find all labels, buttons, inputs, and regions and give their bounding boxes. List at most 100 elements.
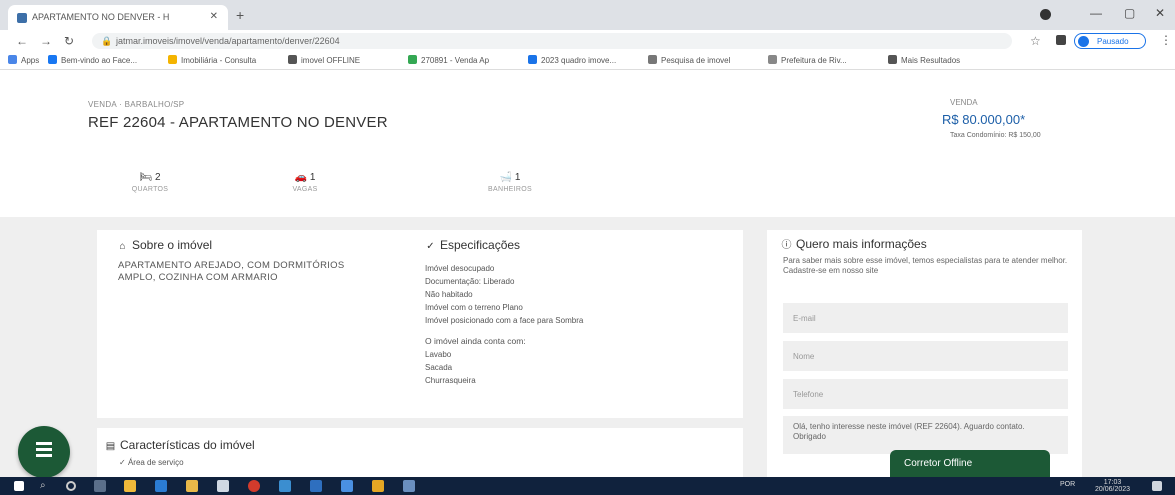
about-title: ⌂ Sobre o imóvel: [117, 238, 212, 252]
property-header: VENDA · BARBALHO/SP REF 22604 - APARTAME…: [0, 70, 1175, 217]
chat-widget[interactable]: Corretor Offline: [890, 450, 1050, 477]
taskbar: ⌕ POR 17:03 20/06/2023: [0, 477, 1175, 495]
profile-button[interactable]: Pausado: [1074, 33, 1146, 49]
reload-icon[interactable]: ↻: [64, 34, 74, 48]
breadcrumb: VENDA · BARBALHO/SP: [88, 100, 185, 109]
characteristics-title: ▤ Características do imóvel: [105, 438, 255, 452]
new-tab-icon[interactable]: +: [236, 7, 244, 23]
forward-icon[interactable]: →: [40, 34, 52, 48]
search-icon[interactable]: ⌕: [40, 480, 52, 492]
back-icon[interactable]: ←: [16, 34, 28, 48]
bath-icon: 🛁: [499, 172, 513, 183]
bookmark-icon: [648, 55, 657, 64]
contact-subtitle: Para saber mais sobre esse imóvel, temos…: [783, 256, 1068, 275]
bookmark-item[interactable]: Apps: [8, 55, 39, 65]
file-explorer-icon[interactable]: [186, 480, 198, 492]
windows-start-icon[interactable]: [14, 481, 24, 491]
spec-line: Não habitado: [425, 290, 473, 299]
extras-title: O imóvel ainda conta com:: [425, 336, 526, 346]
hamburger-icon: [36, 442, 52, 445]
bookmark-item[interactable]: Prefeitura de Riv...: [768, 55, 847, 65]
about-card: ⌂ Sobre o imóvel APARTAMENTO AREJADO, COM…: [97, 230, 743, 418]
price-label: VENDA: [950, 98, 978, 107]
spec-line: Imóvel com o terreno Plano: [425, 303, 523, 312]
url-field[interactable]: 🔒 jatmar.imoveis/imovel/venda/apartament…: [92, 33, 1012, 49]
edge-icon[interactable]: [155, 480, 167, 492]
home-icon: ⌂: [119, 241, 126, 252]
spec-line: Imóvel posicionado com a face para Sombr…: [425, 316, 584, 325]
characteristics-card: ▤ Características do imóvel ✓ Área de ser…: [97, 428, 743, 477]
media-icon[interactable]: [1040, 9, 1051, 20]
price-value: R$ 80.000,00*: [942, 112, 1026, 127]
bookmark-item[interactable]: Mais Resultados: [888, 55, 960, 65]
notifications-icon[interactable]: [1152, 481, 1162, 491]
bookmark-icon: [8, 55, 17, 64]
bookmark-icon: [888, 55, 897, 64]
name-field[interactable]: Nome: [783, 341, 1068, 371]
bookmark-icon: [168, 55, 177, 64]
app-icon[interactable]: [310, 480, 322, 492]
app-icon[interactable]: [248, 480, 260, 492]
condo-fee: Taxa Condomínio: R$ 150,00: [950, 132, 1041, 139]
bookmark-item[interactable]: Imobiliária - Consulta: [168, 55, 256, 65]
extra-item: Sacada: [425, 363, 453, 372]
app-icon[interactable]: [372, 480, 384, 492]
spec-line: Imóvel desocupado: [425, 264, 495, 273]
tab-bar: APARTAMENTO NO DENVER - H ✕ + — ▢ ✕: [0, 0, 1175, 30]
characteristic-item: ✓ Área de serviço: [119, 458, 184, 467]
contact-card: ⓘ Quero mais informações Para saber mais …: [767, 230, 1082, 477]
feature-bedrooms: 🛏 2 QUARTOS: [131, 172, 169, 193]
chrome-icon[interactable]: [124, 480, 136, 492]
bookmarks-bar: Apps Bem-vindo ao Face... Imobiliária - Co…: [0, 52, 1175, 70]
bookmark-item[interactable]: Pesquisa de imovel: [648, 55, 730, 65]
mail-icon[interactable]: [279, 480, 291, 492]
extensions-icon[interactable]: [1056, 35, 1066, 45]
specs-title: ✓ Especificações: [426, 238, 521, 252]
close-window-icon[interactable]: ✕: [1155, 6, 1165, 20]
bookmark-icon: [768, 55, 777, 64]
page-content: VENDA · BARBALHO/SP REF 22604 - APARTAME…: [0, 70, 1175, 477]
bookmark-star-icon[interactable]: ☆: [1030, 34, 1041, 48]
list-icon: ▤: [105, 441, 116, 452]
extra-item: Churrasqueira: [425, 376, 476, 385]
tab-title: APARTAMENTO NO DENVER - H: [32, 12, 170, 22]
minimize-icon[interactable]: —: [1090, 6, 1102, 20]
maximize-icon[interactable]: ▢: [1124, 6, 1135, 20]
spec-line: Documentação: Liberado: [425, 277, 515, 286]
bookmark-icon: [288, 55, 297, 64]
menu-icon[interactable]: ⋮: [1160, 33, 1172, 47]
bookmark-item[interactable]: Bem-vindo ao Face...: [48, 55, 137, 65]
profile-label: Pausado: [1097, 37, 1129, 46]
language-indicator[interactable]: POR: [1060, 481, 1075, 488]
message-field[interactable]: Olá, tenho interesse neste imóvel (REF 2…: [783, 416, 1068, 454]
address-toolbar: ← → ↻ 🔒 jatmar.imoveis/imovel/venda/apar…: [0, 30, 1175, 52]
clock[interactable]: 17:03 20/06/2023: [1095, 479, 1130, 493]
bed-icon: 🛏: [139, 172, 153, 183]
app-icon[interactable]: [341, 480, 353, 492]
taskview-icon[interactable]: [94, 480, 106, 492]
bookmark-icon: [408, 55, 417, 64]
app-icon[interactable]: [403, 480, 415, 492]
check-icon: ✓: [426, 241, 435, 252]
contact-title: ⓘ Quero mais informações: [781, 237, 927, 251]
extra-item: Lavabo: [425, 350, 452, 359]
email-field[interactable]: E-mail: [783, 303, 1068, 333]
favicon-icon: [17, 13, 27, 23]
feature-bathrooms: 🛁 1 BANHEIROS: [488, 172, 532, 193]
page-title: REF 22604 - APARTAMENTO NO DENVER: [88, 114, 388, 131]
lock-icon: 🔒: [101, 36, 113, 46]
bookmark-item[interactable]: 270891 - Venda Ap: [408, 55, 489, 65]
browser-tab[interactable]: APARTAMENTO NO DENVER - H ✕: [8, 5, 228, 30]
menu-fab-button[interactable]: [18, 426, 70, 477]
about-text: APARTAMENTO AREJADO, COM DORMITÓRIOS AMP…: [118, 260, 345, 283]
close-tab-icon[interactable]: ✕: [210, 11, 218, 22]
bookmark-item[interactable]: imovel OFFLINE: [288, 55, 360, 65]
bookmark-icon: [528, 55, 537, 64]
avatar: [1078, 36, 1089, 47]
bookmark-item[interactable]: 2023 quadro imove...: [528, 55, 616, 65]
store-icon[interactable]: [217, 480, 229, 492]
feature-parking: 🚗 1 VAGAS: [292, 172, 318, 193]
phone-field[interactable]: Telefone: [783, 379, 1068, 409]
cortana-icon[interactable]: [66, 481, 76, 491]
url-text: jatmar.imoveis/imovel/venda/apartamento/…: [116, 36, 340, 46]
